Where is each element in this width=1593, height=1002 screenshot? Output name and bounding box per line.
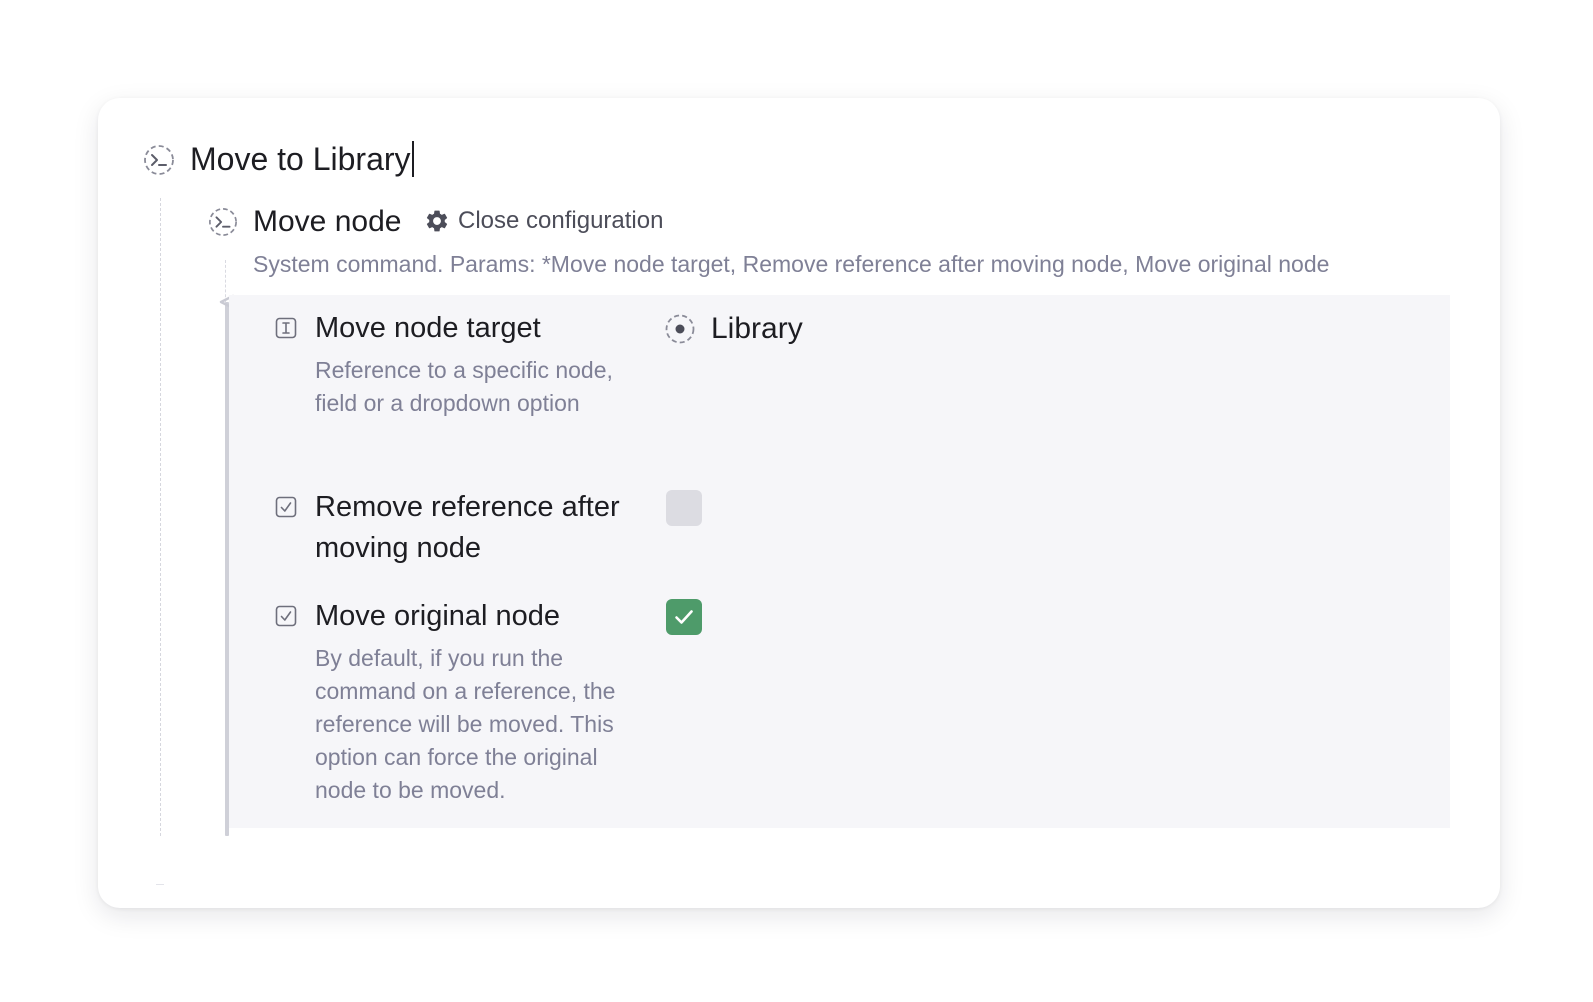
move-original-node-label: Move original node xyxy=(315,600,561,632)
move-original-node-checkbox[interactable] xyxy=(666,599,702,635)
remove-reference-label: Remove reference after moving node xyxy=(315,491,620,564)
checkbox-field-icon xyxy=(275,605,297,627)
close-configuration-button[interactable]: Close configuration xyxy=(424,205,663,237)
move-original-node-description: By default, if you run the command on a … xyxy=(315,645,616,803)
move-node-target-description: Reference to a specific node, field or a… xyxy=(315,357,613,416)
close-configuration-label: Close configuration xyxy=(458,207,664,234)
command-title-text[interactable]: Move to Library xyxy=(190,141,411,177)
checkmark-icon xyxy=(675,610,693,624)
outline-guide xyxy=(160,198,161,836)
command-title[interactable]: Move to Library xyxy=(190,138,414,180)
move-node-target-value[interactable]: Library xyxy=(711,308,803,349)
command-card: Move to Library Move node Close configur… xyxy=(98,98,1500,908)
gear-icon xyxy=(426,210,448,232)
move-node-target-label: Move node target xyxy=(315,312,541,344)
node-reference-icon xyxy=(665,314,695,344)
command-icon[interactable] xyxy=(143,144,175,176)
command-icon[interactable] xyxy=(208,207,238,237)
text-cursor xyxy=(411,141,414,177)
subcommand-description: System command. Params: *Move node targe… xyxy=(253,251,1330,277)
subcommand-title[interactable]: Move node xyxy=(253,202,401,242)
checkbox-field-icon xyxy=(275,496,297,518)
outline-guide-end xyxy=(156,884,164,885)
text-field-icon xyxy=(275,317,297,339)
remove-reference-checkbox[interactable] xyxy=(666,490,702,526)
